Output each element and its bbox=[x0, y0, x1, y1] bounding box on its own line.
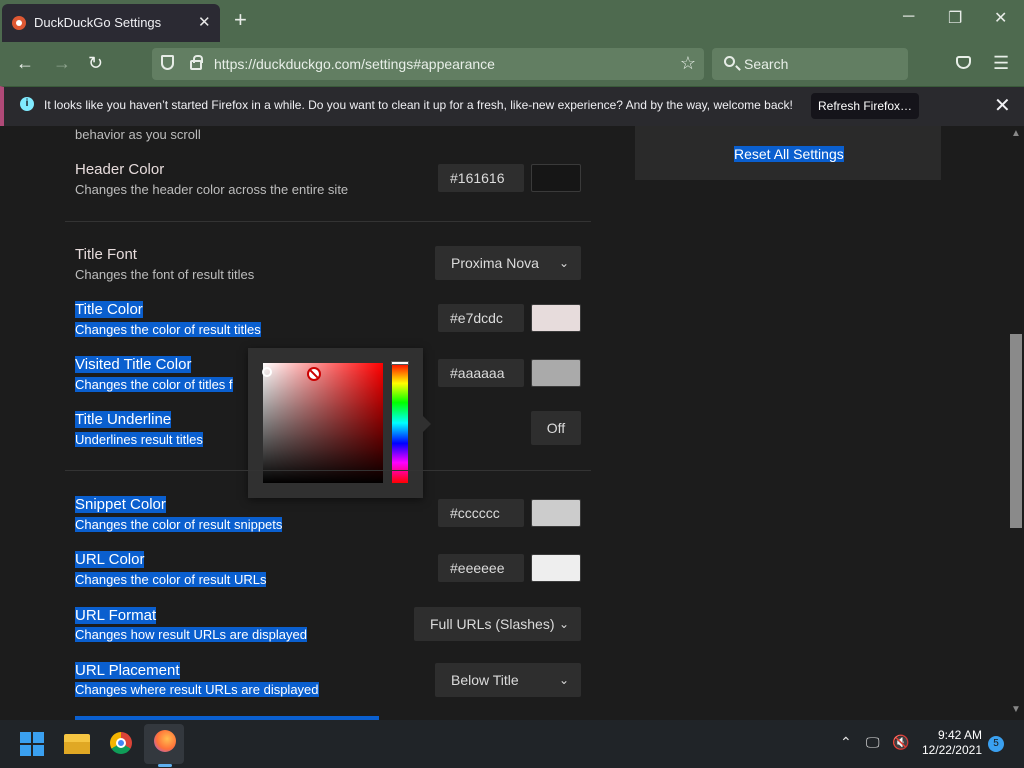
not-allowed-cursor-icon bbox=[307, 367, 321, 381]
header-color-input[interactable]: #161616 bbox=[438, 164, 524, 192]
reset-panel: Reset All Settings bbox=[635, 126, 941, 180]
back-button[interactable]: ← bbox=[16, 54, 34, 72]
url-color-input[interactable]: #eeeeee bbox=[438, 554, 524, 582]
reload-button[interactable]: ↻ bbox=[88, 54, 103, 72]
tracking-protection-shield-icon[interactable] bbox=[161, 55, 174, 70]
search-placeholder: Search bbox=[744, 56, 789, 72]
url-format-desc: Changes how result URLs are displayed bbox=[75, 627, 307, 642]
scrollbar-thumb[interactable] bbox=[1010, 334, 1022, 528]
tab-bar: DuckDuckGo Settings ✕ + ─ ❐ ✕ bbox=[0, 0, 1024, 44]
title-font-label: Title Font bbox=[75, 246, 137, 263]
url-color-swatch[interactable] bbox=[531, 554, 581, 582]
chrome-icon[interactable] bbox=[110, 732, 132, 754]
tab-title: DuckDuckGo Settings bbox=[34, 15, 162, 30]
show-hidden-icons-chevron-icon[interactable]: ⌃ bbox=[840, 734, 852, 751]
scroll-up-arrow-icon[interactable]: ▲ bbox=[1011, 128, 1021, 139]
notification-message: It looks like you haven’t started Firefo… bbox=[44, 98, 793, 112]
title-font-select[interactable]: Proxima Nova ⌄ bbox=[435, 246, 581, 280]
minimize-button[interactable]: ─ bbox=[903, 8, 914, 26]
snippet-color-input[interactable]: #cccccc bbox=[438, 499, 524, 527]
url-color-label: URL Color bbox=[75, 551, 145, 568]
chevron-down-icon: ⌄ bbox=[558, 673, 569, 687]
url-format-select[interactable]: Full URLs (Slashes) ⌄ bbox=[414, 607, 581, 641]
duckduckgo-favicon-icon bbox=[12, 16, 26, 30]
search-icon bbox=[724, 56, 735, 67]
title-color-swatch[interactable] bbox=[531, 304, 581, 332]
snippet-color-desc: Changes the color of result snippets bbox=[75, 517, 283, 532]
search-bar[interactable]: Search bbox=[712, 48, 908, 80]
title-color-desc: Changes the color of result titles bbox=[75, 322, 261, 337]
url-placement-desc: Changes where result URLs are displayed bbox=[75, 682, 319, 697]
title-font-value: Proxima Nova bbox=[451, 255, 539, 271]
clock-date: 12/22/2021 bbox=[921, 743, 982, 757]
visited-title-color-desc: Changes the color of titles f bbox=[75, 377, 233, 392]
title-underline-desc: Underlines result titles bbox=[75, 432, 203, 447]
visited-title-color-swatch[interactable] bbox=[531, 359, 581, 387]
color-picker-popup bbox=[248, 348, 431, 498]
snippet-color-swatch[interactable] bbox=[531, 499, 581, 527]
title-color-label: Title Color bbox=[75, 301, 143, 318]
info-icon: i bbox=[20, 97, 34, 111]
color-picker-handle[interactable] bbox=[262, 367, 272, 377]
close-notification-icon[interactable]: ✕ bbox=[994, 93, 1011, 118]
header-color-swatch[interactable] bbox=[531, 164, 581, 192]
title-underline-label: Title Underline bbox=[75, 411, 172, 428]
new-tab-button[interactable]: + bbox=[234, 9, 247, 31]
clock-time: 9:42 AM bbox=[937, 728, 982, 742]
section-divider bbox=[65, 221, 591, 222]
hue-slider-handle[interactable] bbox=[391, 361, 409, 365]
url-color-desc: Changes the color of result URLs bbox=[75, 572, 267, 587]
refresh-firefox-notification: i It looks like you haven’t started Fire… bbox=[0, 86, 1024, 126]
tab-duckduckgo-settings[interactable]: DuckDuckGo Settings ✕ bbox=[2, 4, 220, 42]
chevron-down-icon: ⌄ bbox=[558, 617, 569, 631]
url-placement-label: URL Placement bbox=[75, 662, 180, 679]
visited-title-color-input[interactable]: #aaaaaa bbox=[438, 359, 524, 387]
scroll-down-arrow-icon[interactable]: ▼ bbox=[1011, 704, 1021, 715]
settings-page: behavior as you scroll Reset All Setting… bbox=[0, 126, 1008, 720]
url-text[interactable]: https://duckduckgo.com/settings#appearan… bbox=[214, 56, 495, 72]
title-underline-toggle[interactable]: Off bbox=[531, 411, 581, 445]
refresh-firefox-button[interactable]: Refresh Firefox… bbox=[811, 93, 919, 119]
volume-muted-icon[interactable]: 🔇 bbox=[892, 734, 909, 751]
chevron-down-icon: ⌄ bbox=[558, 256, 569, 270]
url-bar[interactable]: https://duckduckgo.com/settings#appearan… bbox=[152, 48, 704, 80]
title-font-desc: Changes the font of result titles bbox=[75, 267, 255, 282]
header-color-desc: Changes the header color across the enti… bbox=[75, 182, 349, 197]
lock-icon[interactable] bbox=[190, 55, 203, 70]
active-app-indicator bbox=[158, 764, 172, 767]
network-icon[interactable]: 🖵 bbox=[866, 734, 880, 751]
page-scrollbar[interactable]: ▲ ▼ bbox=[1008, 126, 1024, 720]
partial-setting-desc: behavior as you scroll bbox=[75, 127, 201, 142]
url-placement-select[interactable]: Below Title ⌄ bbox=[435, 663, 581, 697]
notification-center-badge[interactable]: 5 bbox=[988, 736, 1004, 752]
navigation-toolbar: ← → ↻ https://duckduckgo.com/settings#ap… bbox=[0, 44, 1024, 86]
tab-close-icon[interactable]: ✕ bbox=[198, 13, 211, 31]
hamburger-menu-icon[interactable]: ☰ bbox=[993, 53, 1009, 74]
firefox-icon[interactable] bbox=[154, 730, 176, 752]
hue-slider[interactable] bbox=[392, 363, 408, 483]
section-divider bbox=[65, 470, 591, 471]
restore-button[interactable]: ❐ bbox=[948, 8, 962, 28]
saturation-value-area[interactable] bbox=[263, 363, 383, 483]
forward-button[interactable]: → bbox=[53, 54, 71, 72]
visited-title-color-label: Visited Title Color bbox=[75, 356, 192, 373]
file-explorer-icon[interactable] bbox=[64, 734, 90, 754]
close-window-button[interactable]: ✕ bbox=[994, 8, 1007, 28]
url-format-label: URL Format bbox=[75, 607, 157, 624]
reset-all-settings-link[interactable]: Reset All Settings bbox=[734, 146, 844, 162]
windows-start-icon[interactable] bbox=[20, 732, 44, 756]
url-placement-value: Below Title bbox=[451, 672, 519, 688]
bookmark-star-icon[interactable]: ☆ bbox=[680, 53, 696, 74]
header-color-label: Header Color bbox=[75, 161, 165, 178]
url-format-value: Full URLs (Slashes) bbox=[430, 616, 555, 632]
snippet-color-label: Snippet Color bbox=[75, 496, 166, 513]
pocket-icon[interactable] bbox=[956, 56, 971, 69]
system-clock[interactable]: 9:42 AM 12/22/2021 bbox=[920, 728, 982, 758]
title-color-input[interactable]: #e7dcdc bbox=[438, 304, 524, 332]
